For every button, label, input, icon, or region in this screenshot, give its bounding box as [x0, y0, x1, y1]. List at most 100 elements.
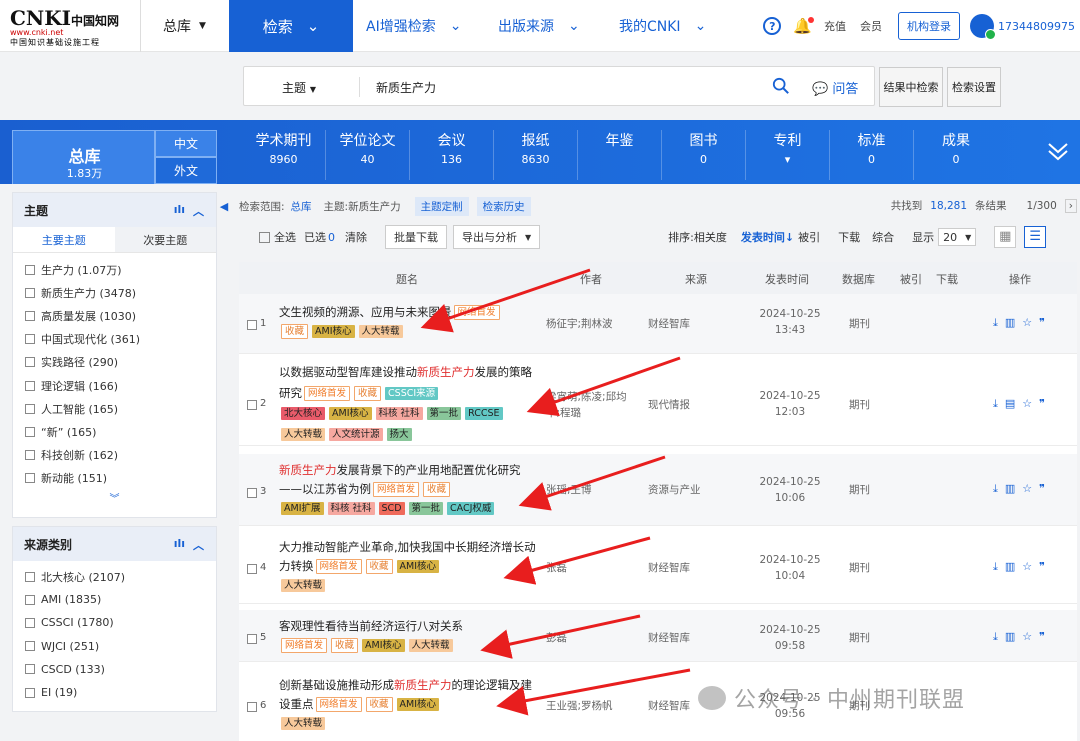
search-settings-button[interactable]: 检索设置 — [947, 67, 1001, 107]
cat-newspaper[interactable]: 报纸 8630 — [494, 130, 578, 180]
row-title[interactable]: 创新基础设施推动形成新质生产力的理论逻辑及建设重点 网络首发 收藏 AMI核心 人大转载 — [279, 676, 541, 733]
checkbox[interactable] — [25, 641, 35, 652]
checkbox[interactable] — [25, 687, 35, 698]
source-item[interactable]: AMI (1835) — [13, 588, 216, 611]
tag-favorite[interactable]: 收藏 — [365, 559, 393, 574]
nav-search[interactable]: 检索 ⌄ — [229, 0, 353, 52]
chevron-up-icon[interactable]: ︿ — [193, 203, 204, 219]
read-icon[interactable]: ▥ — [1005, 560, 1015, 574]
row-author[interactable]: 彭磊 — [546, 630, 567, 646]
next-page-icon[interactable]: › — [1064, 198, 1077, 213]
user-avatar[interactable] — [970, 14, 997, 40]
checkbox[interactable] — [25, 617, 35, 628]
table-row[interactable]: 4 大力推动智能产业革命,加快我国中长期经济增长动力转换 网络首发 收藏 AMI核心人… — [239, 532, 1077, 604]
topic-item[interactable]: 高质量发展 (1030) — [13, 304, 216, 327]
user-name[interactable]: 17344809975 — [998, 20, 1075, 33]
bar-chart-icon[interactable]: ılı — [174, 537, 185, 553]
read-icon[interactable]: ▥ — [1005, 630, 1015, 644]
quote-icon[interactable]: ❞ — [1039, 482, 1045, 496]
topic-item[interactable]: 新质生产力 (3478) — [13, 281, 216, 304]
search-icon[interactable] — [772, 77, 790, 95]
sort-cited[interactable]: 被引 — [798, 229, 820, 245]
nav-sources[interactable]: 出版来源 ⌄ — [498, 0, 580, 52]
source-item[interactable]: 北大核心 (2107) — [13, 565, 216, 588]
download-icon[interactable]: ⤓ — [993, 316, 998, 330]
tag-favorite[interactable]: 收藏 — [281, 324, 309, 339]
database-dropdown[interactable]: 总库 ▼ — [140, 0, 228, 52]
row-author[interactable]: 梁宵萌;陈凌;邱均平;程璐 — [546, 389, 634, 421]
topic-item[interactable]: 人工智能 (165) — [13, 397, 216, 420]
batch-download-button[interactable]: 批量下载 — [385, 225, 447, 249]
collapse-sidebar-icon[interactable]: ◀ — [218, 196, 230, 216]
download-icon[interactable]: ⤓ — [993, 482, 998, 496]
search-box[interactable]: 主题 ▼ 新质生产力 💬 问答 — [243, 66, 875, 106]
cat-book[interactable]: 图书 0 — [662, 130, 746, 180]
checkbox[interactable] — [25, 473, 35, 484]
cat-journal[interactable]: 学术期刊 8960 — [242, 130, 326, 180]
quote-icon[interactable]: ❞ — [1039, 630, 1045, 644]
cat-achievement[interactable]: 成果 0 — [914, 130, 998, 180]
row-checkbox[interactable] — [247, 488, 257, 498]
table-row[interactable]: 1 文生视频的溯源、应用与未来图景 网络首发 收藏 AMI核心 人大转载 杨征宇;荆林波… — [239, 294, 1077, 354]
sort-download[interactable]: 下载 — [838, 229, 860, 245]
row-checkbox[interactable] — [247, 320, 257, 330]
star-icon[interactable]: ☆ — [1022, 630, 1032, 644]
topic-item[interactable]: 实践路径 (290) — [13, 351, 216, 374]
table-row[interactable]: 5 客观理性看待当前经济运行八对关系 网络首发 收藏 AMI核心 人大转载 彭磊 财经智… — [239, 610, 1077, 662]
source-item[interactable]: EI (19) — [13, 681, 216, 704]
checkbox[interactable] — [25, 664, 35, 675]
nav-my-cnki[interactable]: 我的CNKI ⌄ — [619, 0, 706, 52]
row-source[interactable]: 财经智库 — [648, 316, 690, 332]
lang-en-tab[interactable]: 外文 — [155, 157, 217, 184]
tag-favorite[interactable]: 收藏 — [331, 638, 359, 653]
checkbox[interactable] — [25, 426, 35, 437]
checkbox[interactable] — [25, 334, 35, 345]
cat-yearbook[interactable]: 年鉴 — [578, 130, 662, 180]
grid-view-icon[interactable]: ▦ — [994, 226, 1017, 248]
checkbox[interactable] — [25, 571, 35, 582]
row-author[interactable]: 王业强;罗杨帆 — [546, 698, 613, 714]
row-checkbox[interactable] — [247, 564, 257, 574]
read-icon[interactable]: ▥ — [1005, 482, 1015, 496]
quote-icon[interactable]: ❞ — [1039, 316, 1045, 330]
chevron-up-icon[interactable]: ︿ — [193, 537, 204, 553]
search-in-results-button[interactable]: 结果中检索 — [879, 67, 943, 107]
row-checkbox[interactable] — [247, 400, 257, 410]
scope-value[interactable]: 总库 — [291, 199, 312, 214]
table-row[interactable]: 2 以数据驱动型智库建设推动新质生产力发展的策略研究 网络首发 收藏 CSSCI来源北… — [239, 354, 1077, 446]
download-icon[interactable]: ⤓ — [993, 560, 998, 574]
search-history-button[interactable]: 检索历史 — [476, 196, 531, 216]
topic-item[interactable]: 生产力 (1.07万) — [13, 258, 216, 281]
qa-button[interactable]: 💬 问答 — [812, 78, 858, 97]
lang-zh-tab[interactable]: 中文 — [155, 130, 217, 157]
row-source[interactable]: 财经智库 — [648, 560, 690, 576]
row-author[interactable]: 张瑶;王博 — [546, 482, 592, 498]
download-icon[interactable]: ⤓ — [993, 397, 998, 411]
double-chevron-down-icon[interactable] — [1045, 138, 1071, 164]
pdf-icon[interactable]: ▤ — [1005, 397, 1015, 411]
row-checkbox[interactable] — [247, 702, 257, 712]
tag-favorite[interactable]: 收藏 — [354, 385, 382, 401]
tab-main-topic[interactable]: 主要主题 — [13, 227, 115, 252]
quote-icon[interactable]: ❞ — [1039, 397, 1045, 411]
row-source[interactable]: 现代情报 — [648, 397, 690, 413]
sort-relevance[interactable]: 相关度 — [694, 229, 727, 245]
topic-item[interactable]: 科技创新 (162) — [13, 444, 216, 467]
checkbox[interactable] — [25, 380, 35, 391]
topic-item[interactable]: 中国式现代化 (361) — [13, 328, 216, 351]
star-icon[interactable]: ☆ — [1022, 482, 1032, 496]
row-author[interactable]: 张磊 — [546, 560, 567, 576]
table-row[interactable]: 3 新质生产力发展背景下的产业用地配置优化研究——以江苏省为例 网络首发 收藏 AMI… — [239, 454, 1077, 526]
checkbox[interactable] — [25, 450, 35, 461]
sort-pubtime[interactable]: 发表时间↓ — [741, 229, 794, 245]
row-title[interactable]: 以数据驱动型智库建设推动新质生产力发展的策略研究 网络首发 收藏 CSSCI来源 北大核… — [279, 362, 541, 444]
search-input[interactable]: 新质生产力 — [376, 79, 436, 96]
row-title[interactable]: 客观理性看待当前经济运行八对关系 网络首发 收藏 AMI核心 人大转载 — [279, 617, 541, 655]
clear-button[interactable]: 清除 — [345, 229, 367, 245]
checkbox[interactable] — [25, 357, 35, 368]
row-checkbox[interactable] — [247, 634, 257, 644]
tab-sub-topic[interactable]: 次要主题 — [114, 227, 216, 252]
row-title[interactable]: 大力推动智能产业革命,加快我国中长期经济增长动力转换 网络首发 收藏 AMI核心 人大转… — [279, 538, 541, 595]
row-author[interactable]: 杨征宇;荆林波 — [546, 316, 613, 332]
row-title[interactable]: 新质生产力发展背景下的产业用地配置优化研究——以江苏省为例 网络首发 收藏 AMI扩展… — [279, 461, 541, 518]
